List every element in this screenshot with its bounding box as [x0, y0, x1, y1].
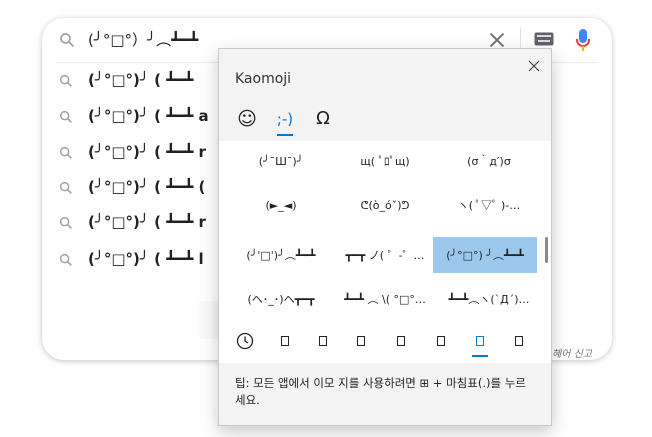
kaomoji-text: (╯'□')╯︵┻━┻ — [246, 249, 316, 262]
category-icon — [357, 336, 365, 346]
kaomoji-item[interactable]: (╯¯Ш¯)╯ — [229, 143, 333, 179]
search-input[interactable]: (╯°□°）╯︵┻━┻ — [88, 29, 198, 50]
suggestion-text: (╯°□°)╯ ( ┻━┻ r — [88, 213, 206, 231]
kaomoji-item[interactable]: ┻━┻︵ヽ(`Д´)… — [437, 281, 541, 317]
clock-icon — [236, 332, 254, 350]
kaomoji-text: ┻━┻︵ヽ(`Д´)… — [448, 293, 530, 306]
kaomoji-text: ᕦ(ò_óˇ)ᕤ — [360, 198, 410, 212]
suggestion-text: (╯°□°)╯ ( ┻━┻ ( — [88, 178, 206, 196]
panel-title: Kaomoji — [235, 71, 292, 87]
emoji-panel: Kaomoji ☺ ;-) Ω (╯¯Ш¯)╯ щ( ﾟﾛﾟщ) (σ｀д′)σ… — [218, 48, 552, 426]
search-icon — [59, 181, 72, 194]
category-tab[interactable] — [275, 331, 295, 351]
smiley-icon: ☺ — [237, 108, 257, 130]
search-icon — [59, 110, 72, 123]
suggestion-item[interactable]: (╯°□°)╯ ( ┻━┻ — [42, 64, 242, 98]
report-link[interactable]: 혜어 신고 — [552, 345, 592, 360]
tab-symbols[interactable]: Ω — [309, 105, 337, 133]
kaomoji-tab-label: ;-) — [276, 110, 294, 128]
kaomoji-item[interactable]: (►_◄) — [229, 187, 333, 223]
recent-tab[interactable] — [235, 331, 255, 351]
kaomoji-item[interactable]: щ( ﾟﾛﾟщ) — [333, 143, 437, 179]
kaomoji-item-selected[interactable]: (╯°□°) ╯︵┻━┻ — [433, 237, 537, 273]
category-tab[interactable] — [431, 331, 451, 351]
search-icon — [59, 253, 72, 266]
category-icon — [515, 336, 523, 346]
keyboard-icon[interactable] — [534, 32, 554, 46]
search-icon — [59, 216, 72, 229]
kaomoji-item[interactable]: (σ｀д′)σ — [437, 143, 541, 179]
kaomoji-text: щ( ﾟﾛﾟщ) — [360, 155, 410, 168]
category-tab[interactable] — [509, 331, 529, 351]
suggestion-item[interactable]: (╯°□°)╯ ( ┻━┻ r — [42, 136, 242, 170]
kaomoji-text: (σ｀д′)σ — [467, 155, 511, 168]
suggestion-item[interactable]: (╯°□°)╯ ( ┻━┻ ( — [42, 171, 242, 205]
search-icon — [59, 74, 72, 87]
microphone-icon[interactable] — [575, 28, 591, 52]
close-icon[interactable] — [527, 59, 541, 73]
kaomoji-text: (╯°□°) ╯︵┻━┻ — [446, 249, 524, 262]
kaomoji-text: ┳━┳ ノ( ゜-゜… — [345, 249, 425, 262]
category-bar — [219, 321, 551, 363]
tab-kaomoji[interactable]: ;-) — [271, 105, 299, 133]
tab-emoji[interactable]: ☺ — [233, 105, 261, 133]
category-tab[interactable] — [313, 331, 333, 351]
kaomoji-text: (►_◄) — [265, 198, 297, 212]
category-icon — [476, 336, 484, 346]
kaomoji-item[interactable]: ヽ( ﾟ▽ﾟ )-… — [437, 187, 541, 223]
suggestion-text: (╯°□°)╯ ( ┻━┻ — [88, 71, 194, 89]
tab-indicator — [277, 134, 293, 136]
kaomoji-grid: (╯¯Ш¯)╯ щ( ﾟﾛﾟщ) (σ｀д′)σ (►_◄) ᕦ(ò_óˇ)ᕤ … — [219, 141, 551, 321]
category-icon — [281, 336, 289, 346]
search-icon — [59, 146, 72, 159]
category-icon — [397, 336, 405, 346]
kaomoji-item[interactable]: ┳━┳ ノ( ゜-゜… — [333, 237, 437, 273]
suggestion-item[interactable]: (╯°□°)╯ ( ┻━┻ r — [42, 206, 242, 240]
omega-icon: Ω — [316, 108, 330, 129]
kaomoji-text: (╯¯Ш¯)╯ — [258, 154, 304, 168]
suggestion-item[interactable]: (╯°□°)╯ ( ┻━┻ l — [42, 243, 242, 277]
category-tab-active[interactable] — [470, 331, 490, 351]
category-tab[interactable] — [351, 331, 371, 351]
scrollbar[interactable] — [545, 237, 548, 263]
tip-text: 팁: 모든 앱에서 이모 지를 사용하려면 ⊞ + 마침표(.)를 누르세요. — [235, 376, 526, 407]
category-tab[interactable] — [391, 331, 411, 351]
suggestion-item[interactable]: (╯°□°)╯ ( ┻━┻ a — [42, 100, 242, 134]
suggestion-text: (╯°□°)╯ ( ┻━┻ l — [88, 250, 204, 268]
kaomoji-text: (ヘ･_･)ヘ┳━┳ — [247, 293, 315, 306]
kaomoji-item[interactable]: (ヘ･_･)ヘ┳━┳ — [229, 281, 333, 317]
category-indicator — [472, 355, 488, 357]
kaomoji-item[interactable]: (╯'□')╯︵┻━┻ — [229, 237, 333, 273]
suggestion-text: (╯°□°)╯ ( ┻━┻ a — [88, 107, 209, 125]
kaomoji-text: ┻━┻ ︵ \( °□°… — [344, 293, 426, 306]
suggestion-text: (╯°□°)╯ ( ┻━┻ r — [88, 143, 206, 161]
search-icon — [60, 33, 74, 47]
category-icon — [319, 336, 327, 346]
kaomoji-item[interactable]: ┻━┻ ︵ \( °□°… — [333, 281, 437, 317]
kaomoji-item[interactable]: ᕦ(ò_óˇ)ᕤ — [333, 187, 437, 223]
category-icon — [437, 336, 445, 346]
kaomoji-text: ヽ( ﾟ▽ﾟ )-… — [457, 199, 521, 212]
